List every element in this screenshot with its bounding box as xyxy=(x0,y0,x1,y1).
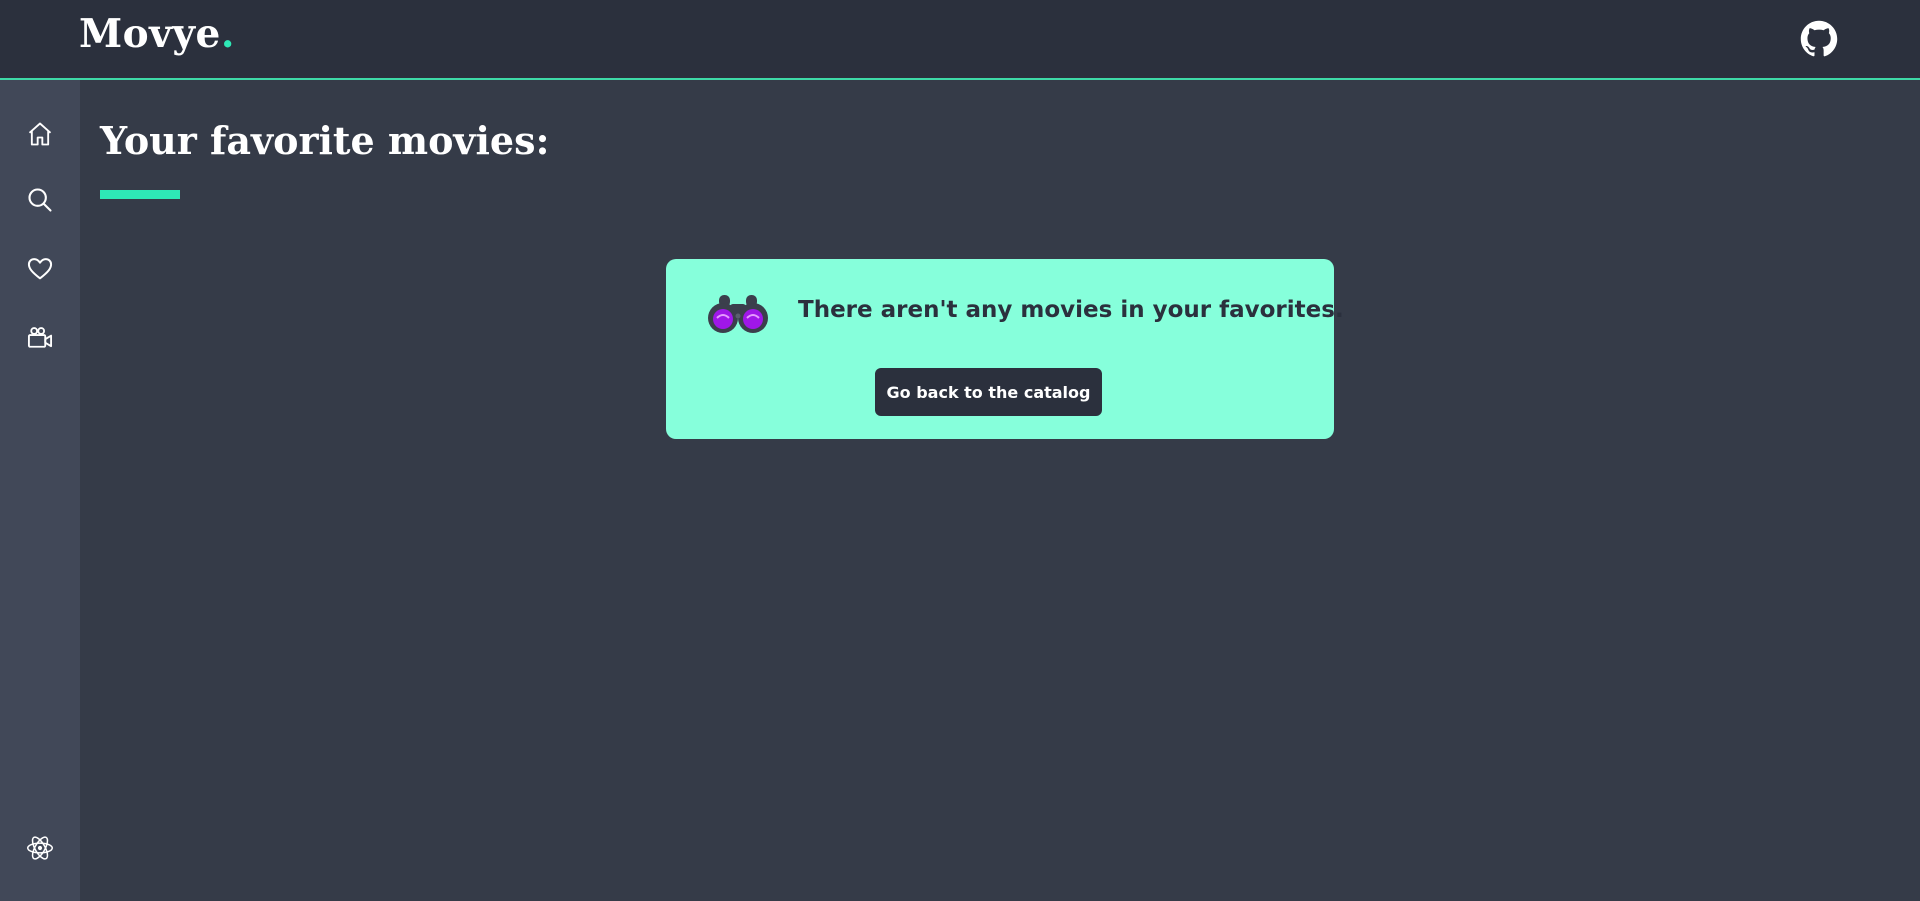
empty-state-message: There aren't any movies in your favorite… xyxy=(798,297,1344,323)
heart-icon xyxy=(27,258,53,280)
sidebar-item-search[interactable] xyxy=(24,184,56,216)
app-logo[interactable]: Movye. xyxy=(79,11,235,57)
top-bar: Movye. xyxy=(0,0,1920,80)
react-icon xyxy=(26,836,54,860)
sidebar xyxy=(0,80,80,901)
github-icon[interactable] xyxy=(1800,20,1838,58)
video-camera-icon xyxy=(27,327,53,348)
logo-dot: . xyxy=(220,11,235,57)
sidebar-item-home[interactable] xyxy=(24,118,56,150)
title-underline xyxy=(100,190,180,199)
sidebar-item-movies[interactable] xyxy=(24,322,56,354)
home-icon xyxy=(28,122,52,146)
sidebar-footer-react[interactable] xyxy=(24,832,56,864)
main-content: Your favorite movies: There aren't any m… xyxy=(80,82,1920,901)
sidebar-item-favorites[interactable] xyxy=(24,253,56,285)
page-title: Your favorite movies: xyxy=(100,118,550,163)
empty-favorites-card: There aren't any movies in your favorite… xyxy=(666,259,1344,439)
back-to-catalog-button[interactable]: Go back to the catalog xyxy=(875,368,1102,416)
binoculars-icon xyxy=(706,292,770,336)
search-icon xyxy=(28,188,52,212)
logo-text: Movye xyxy=(79,11,221,57)
